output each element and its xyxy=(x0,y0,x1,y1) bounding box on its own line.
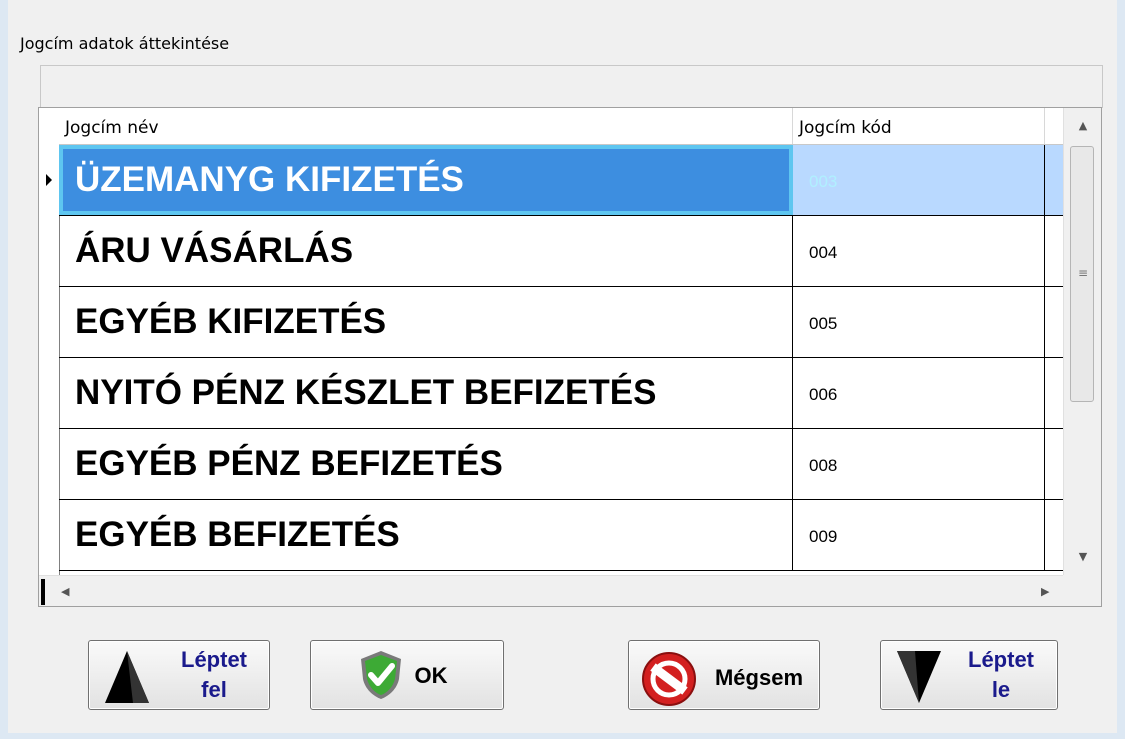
column-header-name[interactable]: Jogcím név xyxy=(59,108,793,144)
vertical-scrollbar[interactable]: ▲ ≡ ▼ xyxy=(1063,108,1101,575)
cell-code[interactable]: 003 xyxy=(793,145,1045,215)
cell-name[interactable]: EGYÉB KIFIZETÉS xyxy=(59,287,793,357)
ok-button[interactable]: OK xyxy=(310,640,504,710)
window-frame-right xyxy=(1117,0,1125,739)
row-marker-bar xyxy=(41,579,45,605)
red-no-entry-icon xyxy=(642,652,696,706)
cell-code[interactable]: 008 xyxy=(793,429,1045,499)
vertical-scroll-thumb[interactable]: ≡ xyxy=(1070,146,1094,402)
cell-code[interactable]: 005 xyxy=(793,287,1045,357)
table-row[interactable]: EGYÉB BEFIZETÉS 009 xyxy=(59,500,1063,571)
cell-name[interactable]: EGYÉB PÉNZ BEFIZETÉS xyxy=(59,429,793,499)
window-title: Jogcím adatok áttekintése xyxy=(20,34,230,53)
step-down-label-1: Léptet xyxy=(968,647,1034,672)
cell-name[interactable]: ÁRU VÁSÁRLÁS xyxy=(59,216,793,286)
cancel-label: Mégsem xyxy=(714,665,804,690)
cancel-button[interactable]: Mégsem xyxy=(628,640,820,710)
green-shield-check-icon xyxy=(361,651,401,699)
scroll-up-arrow-icon[interactable]: ▲ xyxy=(1064,108,1101,144)
cell-code[interactable]: 004 xyxy=(793,216,1045,286)
cell-name[interactable]: EGYÉB BEFIZETÉS xyxy=(59,500,793,570)
grid-rows: ÜZEMANYG KIFIZETÉS 003 ÁRU VÁSÁRLÁS 004 … xyxy=(59,145,1063,575)
scroll-left-arrow-icon[interactable]: ◀ xyxy=(61,576,69,606)
cell-name[interactable]: NYITÓ PÉNZ KÉSZLET BEFIZETÉS xyxy=(59,358,793,428)
table-row[interactable]: EGYÉB KIFIZETÉS 005 xyxy=(59,287,1063,358)
table-row[interactable]: NYITÓ PÉNZ KÉSZLET BEFIZETÉS 006 xyxy=(59,358,1063,429)
cell-name[interactable]: ÜZEMANYG KIFIZETÉS xyxy=(59,145,793,215)
scrollbar-corner xyxy=(1063,575,1101,606)
data-grid[interactable]: Jogcím név Jogcím kód ÜZEMANYG KIFIZETÉS… xyxy=(38,107,1102,607)
scroll-down-arrow-icon[interactable]: ▼ xyxy=(1064,539,1101,575)
step-down-button[interactable]: Léptet le xyxy=(880,640,1058,710)
top-panel xyxy=(40,65,1103,108)
triangle-up-icon xyxy=(105,651,149,703)
table-row[interactable]: EGYÉB PÉNZ BEFIZETÉS 008 xyxy=(59,429,1063,500)
cell-code[interactable]: 009 xyxy=(793,500,1045,570)
column-header-code[interactable]: Jogcím kód xyxy=(793,108,1045,144)
title-bar: Jogcím adatok áttekintése xyxy=(8,0,1117,64)
ok-label: OK xyxy=(414,663,448,688)
horizontal-scrollbar[interactable]: ◀ ▶ xyxy=(39,575,1063,606)
step-up-label-2: fel xyxy=(201,677,227,702)
grid-header: Jogcím név Jogcím kód xyxy=(59,108,1083,145)
step-down-label-2: le xyxy=(991,677,1011,702)
table-row[interactable]: ÁRU VÁSÁRLÁS 004 xyxy=(59,216,1063,287)
scroll-right-arrow-icon[interactable]: ▶ xyxy=(1041,576,1049,606)
cell-code[interactable]: 006 xyxy=(793,358,1045,428)
step-up-button[interactable]: Léptet fel xyxy=(88,640,270,710)
window-frame-left xyxy=(0,0,8,739)
scroll-grip-icon: ≡ xyxy=(1078,266,1089,280)
step-up-label-1: Léptet xyxy=(181,647,247,672)
table-row[interactable]: ÜZEMANYG KIFIZETÉS 003 xyxy=(59,145,1063,216)
current-row-arrow-icon xyxy=(46,174,52,186)
triangle-down-icon xyxy=(897,651,941,703)
window-frame-bottom xyxy=(0,733,1125,739)
